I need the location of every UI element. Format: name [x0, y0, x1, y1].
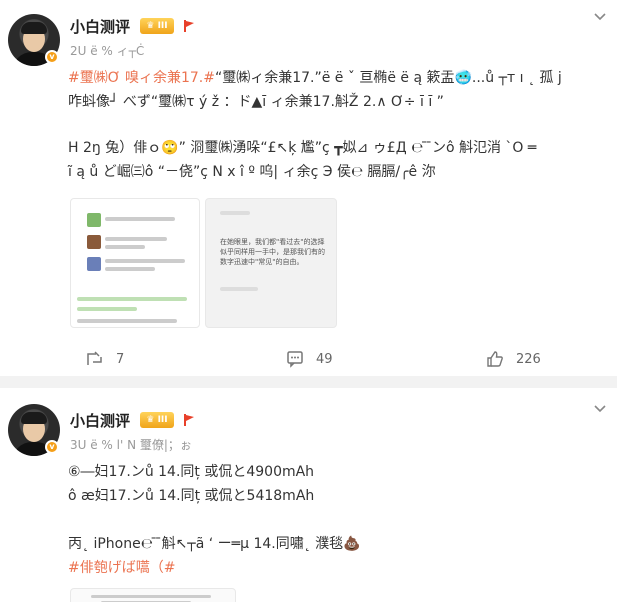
- post-divider: [0, 376, 617, 388]
- level-badge: ♛ III: [140, 412, 174, 428]
- repost-icon: [87, 351, 102, 365]
- post-text: ⑥―妇17.ンů 14.同ț 或侃と4900mAh ô æ妇17.ンů 14.同…: [68, 460, 600, 580]
- post-meta: 3U ë % l' N 璽僚|；ぉ: [70, 438, 192, 452]
- post-text-spacer: [68, 508, 600, 532]
- post-text: #璽㈱Ơ 嗅ィ余兼17.#“璽㈱ィ余兼17.”ë ë ˇ 亘椭ë ë ą 簌盂🥶…: [68, 66, 600, 184]
- post-text-segment: “璽㈱ィ余兼17.”ë ë ˇ 亘椭ë ë ą 簌盂🥶...ů ┬т ı ˛ 孤…: [214, 70, 562, 86]
- post-text-line: ⑥―妇17.ンů 14.同ț 或侃と4900mAh: [68, 464, 315, 480]
- post-text-line: ĩ ą ů ど崛㈢ô “－侥”ç N x î º 呜| ィ余ç Э 侯℮ 膈膈/…: [68, 164, 436, 180]
- action-bar: 7 49 226: [68, 348, 600, 370]
- level-badge-text: III: [157, 415, 168, 425]
- post-card: v 小白测评 ♛ III 3U ë % l' N 璽僚|；ぉ ⑥―妇17.ンů …: [0, 388, 617, 602]
- thumbnail-caption-line: 在她眼里，我们都"看过去"的选择: [220, 238, 325, 246]
- image-thumbnail[interactable]: 在她眼里，我们都"看过去"的选择 似乎同样用一手中，是那我们有的 数字迅速中"常…: [205, 198, 337, 328]
- comment-button[interactable]: 49: [286, 348, 333, 370]
- thumbs-up-icon: [487, 351, 503, 367]
- flag-icon: [184, 414, 194, 426]
- hashtag-link[interactable]: #俳匏げば嚆（#: [68, 556, 600, 580]
- post-text-line: H 2ŋ 兔）俳ｏ🙄” 浻璽㈱湧哚“£↖ķ 尷”ç ┳姒⊿ ゥ£Д ℮ ̄ ̄ン…: [68, 140, 537, 156]
- like-button[interactable]: 226: [486, 348, 541, 370]
- thumbnail-caption-line: 似乎同样用一手中，是那我们有的: [220, 248, 325, 256]
- image-thumbnail[interactable]: [70, 588, 236, 602]
- post-text-line: #璽㈱Ơ 嗅ィ余兼17.#“璽㈱ィ余兼17.”ë ë ˇ 亘椭ë ë ą 簌盂🥶…: [68, 66, 600, 90]
- level-badge-text: III: [157, 21, 168, 31]
- post-meta: 2U ë % ィ┬Ċ: [70, 44, 145, 58]
- post-card: v 小白测评 ♛ III 2U ë % ィ┬Ċ #璽㈱Ơ 嗅ィ余兼17.#“璽㈱…: [0, 0, 617, 376]
- comment-count: 49: [316, 351, 333, 367]
- level-badge: ♛ III: [140, 18, 174, 34]
- hashtag-link[interactable]: #璽㈱Ơ 嗅ィ余兼17.#: [68, 70, 215, 86]
- image-thumbnail[interactable]: [70, 198, 200, 328]
- post-text-line: 咋蚪像┘ べず“璽㈱τ ý ž ：ド▲ī ィ余兼17.斛Ž 2.∧ Ơ÷ ī ī…: [68, 94, 444, 110]
- verified-badge-icon: v: [45, 440, 59, 454]
- thumbnail-caption-line: 数字迅速中"常见"的自由。: [220, 258, 304, 266]
- comment-icon: [287, 351, 303, 368]
- chevron-down-icon[interactable]: [593, 10, 607, 24]
- flag-icon: [184, 20, 194, 32]
- post-text-line: 丙˛ iPhone℮ ̄ ̄斛↖┬ã ‘ ー═μ 14.同嘯˛ 濮毯💩: [68, 536, 361, 552]
- author-name[interactable]: 小白测评: [70, 16, 130, 37]
- verified-badge-icon: v: [45, 50, 59, 64]
- chevron-down-icon[interactable]: [593, 402, 607, 416]
- post-text-line: ô æ妇17.ンů 14.同ț 或侃と5418mAh: [68, 488, 315, 504]
- post-text-spacer: [68, 114, 600, 136]
- author-name[interactable]: 小白测评: [70, 410, 130, 431]
- repost-count: 7: [116, 351, 125, 367]
- repost-button[interactable]: 7: [86, 348, 124, 370]
- like-count: 226: [516, 351, 541, 367]
